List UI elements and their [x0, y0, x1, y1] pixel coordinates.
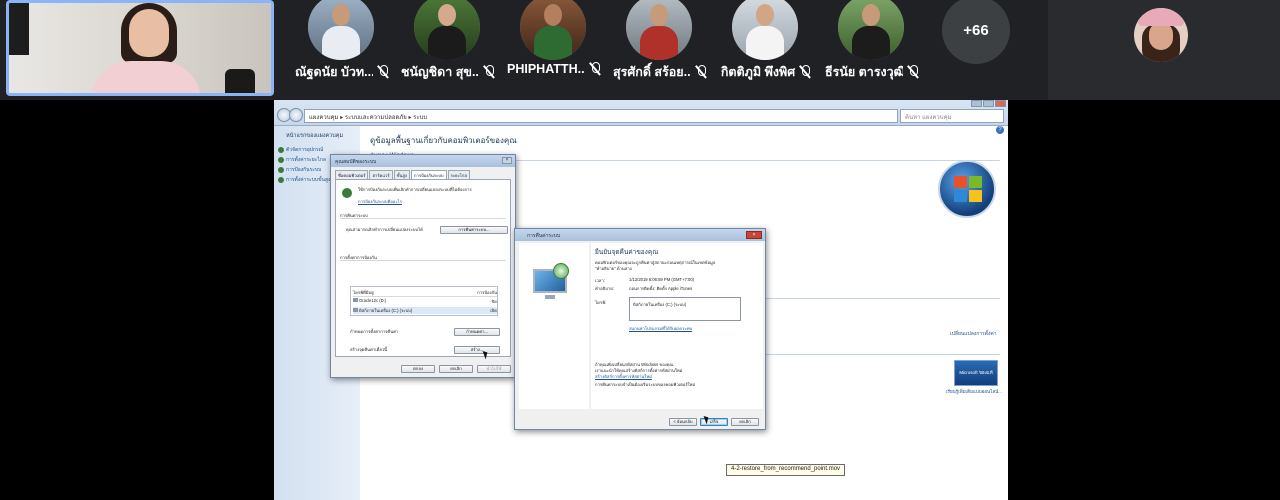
- dialog-title: คุณสมบัติของระบบ: [335, 159, 377, 165]
- participant-tile[interactable]: ธีรนัย ตารงวุฒิ: [820, 0, 924, 96]
- mic-off-icon: [589, 62, 601, 76]
- avatar: [414, 0, 480, 60]
- restore-time: 1/12/2019 6:06:59 PM (GMT+7:00): [629, 277, 695, 282]
- dialog-title: การคืนค่าระบบ: [527, 233, 561, 239]
- list-item[interactable]: ดิสก์ภายในเครื่อง (C:) (ระบบ) เปิด: [353, 307, 497, 314]
- participant-tile[interactable]: กิตติภูมิ พึงพิศ: [714, 0, 818, 96]
- participant-tile[interactable]: สุรศักดิ์ สร้อย...: [608, 0, 712, 96]
- system-protection-panel: ใช้การป้องกันระบบเพื่อเลิกทำการเปลี่ยนแป…: [335, 179, 511, 360]
- drives-list[interactable]: ดิสก์ภายในเครื่อง (C:) (ระบบ): [629, 297, 741, 321]
- mic-off-icon: [907, 65, 919, 79]
- ok-button[interactable]: ตกลง: [401, 365, 435, 373]
- drive-icon: [353, 298, 358, 302]
- participant-name: PHIPHATTH...: [507, 62, 585, 76]
- mic-off-icon: [483, 65, 495, 79]
- maximize-icon[interactable]: [983, 100, 994, 107]
- avatar: [626, 0, 692, 60]
- meeting-participant-strip: ณัฐดนัย บัวท... ชนัญชิดา สุข... PHIPHATT…: [0, 0, 1280, 100]
- confirm-restore-panel: ยืนยันจุดคืนค่าของคุณ คอมพิวเตอร์ของคุณจ…: [591, 243, 763, 409]
- cancel-button[interactable]: ยกเลิก: [731, 418, 759, 426]
- column-header: ไดรฟ์ที่มีอยู่: [353, 290, 374, 295]
- avatar: [1134, 8, 1188, 62]
- configure-button[interactable]: กำหนดค่า...: [454, 328, 500, 336]
- shield-icon: [278, 147, 284, 153]
- mic-off-icon: [377, 65, 389, 79]
- forward-icon[interactable]: [289, 108, 303, 122]
- sidebar-link[interactable]: การตั้งค่าระยะไกล: [278, 156, 326, 164]
- participant-name: ธีรนัย ตารงวุฒิ: [825, 65, 903, 79]
- presenter: [91, 3, 201, 93]
- video-filename-tooltip: 4-2-restore_from_recommend_point.mov: [726, 464, 846, 476]
- restore-illustration: [519, 243, 589, 409]
- dialog-footer: ตกลง ยกเลิก นำไปใช้: [401, 365, 511, 373]
- wizard-heading: ยืนยันจุดคืนค่าของคุณ: [595, 249, 659, 256]
- shield-icon: [278, 177, 284, 183]
- page-title: ดูข้อมูลพื้นฐานเกี่ยวกับคอมพิวเตอร์ของคุ…: [370, 136, 517, 145]
- shield-icon: [278, 157, 284, 163]
- avatar: [732, 0, 798, 60]
- minimize-icon[interactable]: [971, 100, 982, 107]
- presenter-video-tile[interactable]: [6, 0, 274, 96]
- participant-name: ณัฐดนัย บัวท...: [295, 65, 373, 79]
- create-restore-point-button[interactable]: สร้าง...: [454, 346, 500, 354]
- computer-restore-icon: [533, 263, 573, 299]
- what-is-protection-link[interactable]: การป้องกันระบบคืออะไร: [358, 198, 402, 205]
- search-input[interactable]: ค้นหา แผงควบคุม: [900, 109, 1004, 123]
- genuine-microsoft-badge: Microsoft ของแท้: [954, 360, 998, 386]
- explorer-address-bar: แผงควบคุม ▸ ระบบและความปลอดภัย ▸ ระบบ ค้…: [274, 100, 1008, 126]
- close-icon[interactable]: ×: [746, 231, 762, 239]
- close-icon[interactable]: ×: [502, 157, 512, 164]
- password-reset-disk-link[interactable]: สร้างดิสก์การตั้งค่ารหัสผ่านใหม่: [595, 373, 652, 380]
- more-participants-button[interactable]: +66: [942, 0, 1010, 64]
- restore-description: ถอนการติดตั้ง: ติดตั้ง Apple iTunes: [629, 286, 693, 291]
- participant-name: ชนัญชิดา สุข...: [401, 65, 479, 79]
- mic-off-icon: [695, 65, 707, 79]
- system-restore-wizard: การคืนค่าระบบ × ยืนยันจุดคืนค่าของคุณ คอ…: [514, 228, 766, 430]
- participant-video-tile[interactable]: [1048, 0, 1280, 100]
- system-restore-button[interactable]: การคืนค่าระบบ...: [440, 226, 508, 234]
- presentation-stage: แผงควบคุม ▸ ระบบและความปลอดภัย ▸ ระบบ ค้…: [0, 100, 1280, 500]
- avatar: [308, 0, 374, 60]
- drive-icon: [353, 308, 358, 312]
- list-item[interactable]: Oracle12c (D:) ปิด: [353, 298, 497, 305]
- participant-tile[interactable]: ณัฐดนัย บัวท...: [290, 0, 394, 96]
- mic-off-icon: [799, 65, 811, 79]
- system-properties-dialog: คุณสมบัติของระบบ × ชื่อคอมพิวเตอร์ ฮาร์ด…: [330, 154, 516, 378]
- shield-icon: [342, 188, 352, 198]
- window-controls: [971, 100, 1006, 107]
- shared-screen: แผงควบคุม ▸ ระบบและความปลอดภัย ▸ ระบบ ค้…: [274, 100, 1008, 500]
- help-icon[interactable]: ?: [996, 126, 1004, 134]
- shield-icon: [278, 167, 284, 173]
- apply-button[interactable]: นำไปใช้: [477, 365, 511, 373]
- avatar: [838, 0, 904, 60]
- learn-more-link[interactable]: เรียนรู้เพิ่มเติมแบบออนไลน์...: [946, 388, 1002, 395]
- monitor: [9, 3, 29, 55]
- avatar: [520, 0, 586, 60]
- change-settings-link[interactable]: เปลี่ยนแปลงการตั้งค่า: [950, 330, 1000, 338]
- participant-tile[interactable]: ชนัญชิดา สุข...: [396, 0, 500, 96]
- close-icon[interactable]: [995, 100, 1006, 107]
- sidebar-link[interactable]: การป้องกันระบบ: [278, 166, 321, 174]
- drive-protection-list[interactable]: ไดรฟ์ที่มีอยู่ การป้องกัน Oracle12c (D:)…: [350, 286, 498, 316]
- participant-name: สุรศักดิ์ สร้อย...: [613, 65, 691, 79]
- sidebar-header[interactable]: หน้าแรกของแผงควบคุม: [286, 132, 343, 140]
- sidebar-link[interactable]: ตัวจัดการอุปกรณ์: [278, 146, 323, 154]
- participant-tile[interactable]: PHIPHATTH...: [502, 0, 606, 96]
- cancel-button[interactable]: ยกเลิก: [439, 365, 473, 373]
- windows-logo-icon: [938, 160, 996, 218]
- back-button[interactable]: < ย้อนกลับ: [669, 418, 697, 426]
- wizard-footer: < ย้อนกลับ เสร็จ ยกเลิก: [669, 418, 759, 426]
- scan-affected-programs-link[interactable]: สแกนหาโปรแกรมที่ได้รับผลกระทบ: [629, 325, 692, 332]
- participant-name: กิตติภูมิ พึงพิศ: [720, 65, 796, 79]
- address-input[interactable]: แผงควบคุม ▸ ระบบและความปลอดภัย ▸ ระบบ: [304, 109, 898, 123]
- column-header: การป้องกัน: [477, 290, 497, 295]
- sidebar-link[interactable]: การตั้งค่าระบบขั้นสูง: [278, 176, 330, 184]
